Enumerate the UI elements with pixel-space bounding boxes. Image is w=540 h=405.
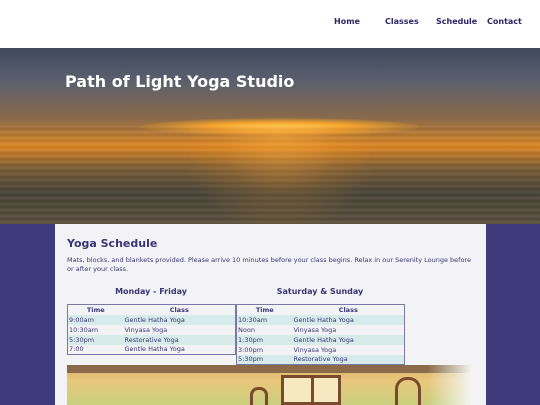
class-name: Gentle Hatha Yoga <box>123 314 236 325</box>
window-frame <box>311 378 314 405</box>
studio-interior-photo <box>67 365 472 405</box>
class-name: Vinyasa Yoga <box>124 325 168 334</box>
class-time: 1:30pm <box>236 334 293 345</box>
class-name: Gentle Hatha Yoga <box>292 334 405 345</box>
class-time: 7:00 <box>69 345 84 354</box>
window-light <box>427 365 472 405</box>
table-row: 5:30pm Restorative Yoga <box>236 354 405 365</box>
column-header-class: Class <box>338 305 358 314</box>
table-row: 10:30am Gentle Hatha Yoga <box>236 314 405 325</box>
column-header-time: Time <box>86 305 105 314</box>
nav-link-contact[interactable]: Contact <box>487 17 522 26</box>
table-header-row: Time Class <box>68 305 236 315</box>
table-row: Noon Vinyasa Yoga <box>237 325 405 335</box>
hero-banner: Path of Light Yoga Studio <box>0 48 540 224</box>
class-time: 5:30pm <box>236 354 293 365</box>
table-row: 5:30pm Restorative Yoga <box>67 334 236 345</box>
arched-mirror <box>395 377 421 405</box>
weekday-schedule-table: Time Class 9:00am Gentle Hatha Yoga 10:3… <box>67 304 236 355</box>
nav-link-classes[interactable]: Classes <box>385 17 419 26</box>
weekend-title: Saturday & Sunday <box>276 287 364 296</box>
class-time: 10:30am <box>236 314 293 325</box>
nav-link-schedule[interactable]: Schedule <box>436 17 477 26</box>
site-title: Path of Light Yoga Studio <box>65 72 295 91</box>
weekday-title: Monday - Friday <box>115 287 187 296</box>
class-name: Gentle Hatha Yoga <box>292 314 405 325</box>
table-row: 9:00am Gentle Hatha Yoga <box>67 314 236 325</box>
schedule-content: Yoga Schedule Mats, blocks, and blankets… <box>55 224 486 405</box>
top-navigation: Home Classes Schedule Contact <box>0 0 540 48</box>
sun-reflection <box>190 126 370 224</box>
column-header-class: Class <box>169 305 189 314</box>
class-time: Noon <box>238 325 255 334</box>
class-time: 3:00pm <box>238 345 264 354</box>
table-row: 1:30pm Gentle Hatha Yoga <box>236 334 405 345</box>
class-name: Restorative Yoga <box>292 354 405 365</box>
class-name: Restorative Yoga <box>123 334 236 345</box>
weekend-schedule-table: Time Class 10:30am Gentle Hatha Yoga Noo… <box>236 304 405 365</box>
table-row: 7:00 Gentle Hatha Yoga <box>68 345 236 355</box>
class-name: Vinyasa Yoga <box>293 345 337 354</box>
class-time: 9:00am <box>67 314 124 325</box>
table-row: 10:30am Vinyasa Yoga <box>68 325 236 335</box>
schedule-heading: Yoga Schedule <box>67 237 158 250</box>
schedule-intro: Mats, blocks, and blankets provided. Ple… <box>67 256 471 273</box>
table-header-row: Time Class <box>237 305 405 315</box>
arched-mirror <box>250 387 268 405</box>
studio-window <box>281 375 341 405</box>
class-time: 10:30am <box>69 325 99 334</box>
ceiling-beam <box>67 365 472 373</box>
class-name: Vinyasa Yoga <box>293 325 337 334</box>
table-row: 3:00pm Vinyasa Yoga <box>237 345 405 355</box>
nav-link-home[interactable]: Home <box>334 17 360 26</box>
column-header-time: Time <box>255 305 274 314</box>
class-name: Gentle Hatha Yoga <box>124 345 185 354</box>
class-time: 5:30pm <box>67 334 124 345</box>
